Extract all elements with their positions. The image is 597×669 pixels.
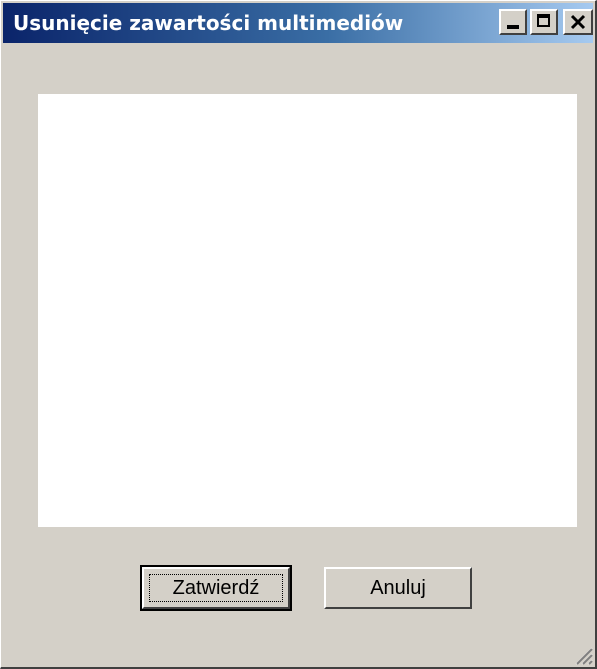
cancel-button-label: Anuluj (370, 576, 426, 599)
minimize-icon (507, 25, 519, 29)
confirm-button[interactable]: Zatwierdź (140, 565, 292, 611)
dialog-window: Usunięcie zawartości multimediów Zatwier… (0, 0, 597, 669)
content-listbox[interactable] (38, 94, 577, 527)
minimize-button[interactable] (499, 9, 527, 35)
title-bar[interactable]: Usunięcie zawartości multimediów (3, 3, 593, 43)
close-button[interactable] (563, 9, 593, 35)
cancel-button[interactable]: Anuluj (324, 567, 472, 609)
maximize-icon (537, 14, 550, 27)
resize-grip-icon[interactable] (571, 643, 593, 665)
window-title: Usunięcie zawartości multimediów (13, 11, 404, 35)
confirm-button-label: Zatwierdź (172, 576, 260, 599)
close-icon (570, 14, 586, 30)
maximize-button[interactable] (530, 9, 558, 35)
